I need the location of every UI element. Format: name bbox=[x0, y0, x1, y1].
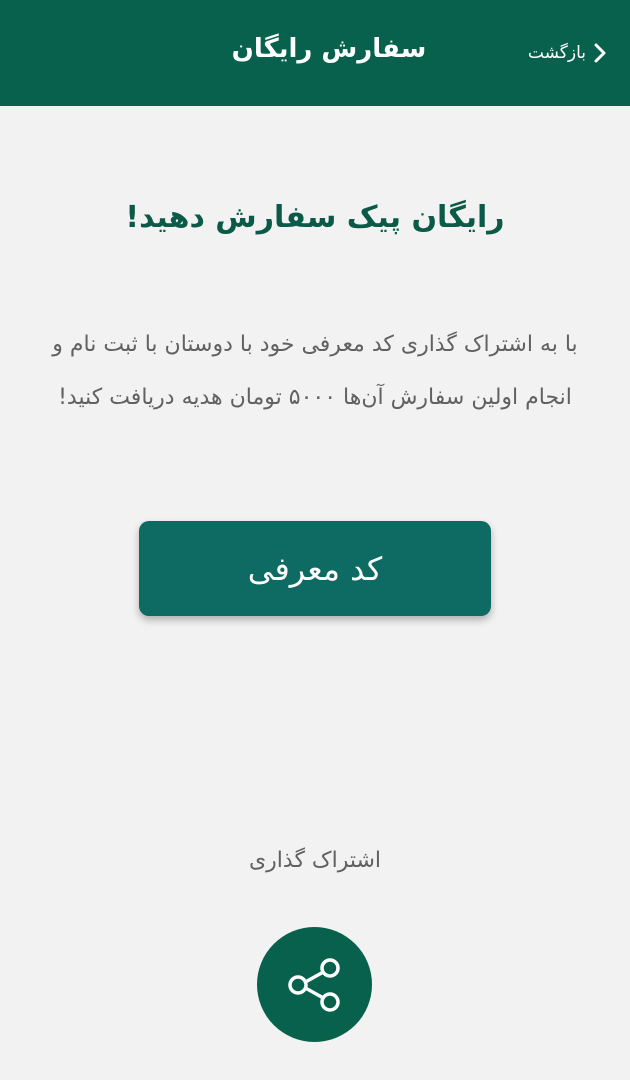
share-label: اشتراک گذاری bbox=[248, 848, 382, 873]
back-button[interactable]: بازگشت bbox=[528, 38, 608, 68]
promo-headline: رایگان پیک سفارش دهید! bbox=[125, 200, 505, 235]
app-screen: سفارش رایگان بازگشت رایگان پیک سفارش دهی… bbox=[0, 0, 630, 1080]
chevron-right-icon bbox=[594, 43, 606, 63]
share-button[interactable] bbox=[257, 927, 372, 1042]
back-label: بازگشت bbox=[527, 43, 586, 63]
promo-description: با به اشتراک گذاری کد معرفی خود با دوستا… bbox=[52, 332, 578, 410]
referral-code-button[interactable]: کد معرفی bbox=[139, 521, 491, 616]
share-icon bbox=[287, 957, 340, 1012]
app-header: سفارش رایگان بازگشت bbox=[0, 0, 630, 106]
